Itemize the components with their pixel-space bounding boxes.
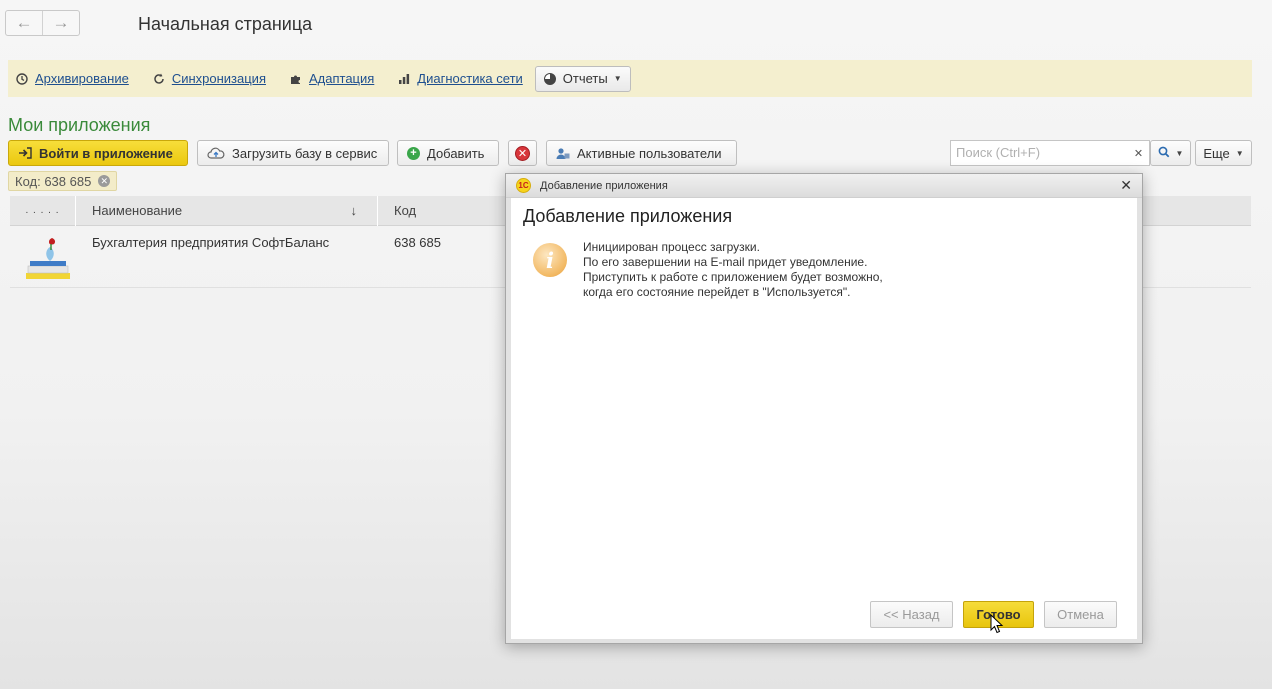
dialog-titlebar[interactable]: 1С Добавление приложения ✕ — [506, 174, 1142, 198]
remove-filter-icon[interactable]: ✕ — [98, 175, 111, 187]
column-header-name-label: Наименование — [92, 203, 183, 218]
close-icon[interactable]: ✕ — [1120, 177, 1132, 194]
filter-tag-label: Код: 638 685 — [15, 173, 92, 189]
close-icon: ✕ — [1133, 147, 1144, 160]
info-icon: i — [533, 243, 567, 277]
application-icon — [24, 235, 72, 281]
mouse-cursor-icon — [990, 614, 1004, 634]
network-diagnostics-link[interactable]: Диагностика сети — [398, 71, 523, 86]
add-label: Добавить — [427, 145, 485, 161]
message-line: когда его состояние перейдет в "Использу… — [583, 285, 851, 299]
page-title: Начальная страница — [138, 14, 313, 34]
clock-icon — [16, 72, 28, 85]
active-users-label: Активные пользователи — [577, 145, 722, 161]
search-button[interactable]: ▼ — [1150, 140, 1191, 166]
enter-app-button[interactable]: Войти в приложение — [8, 140, 188, 166]
delete-icon: ✕ — [515, 145, 530, 161]
app-code-cell: 638 685 — [394, 235, 441, 250]
message-line: Приступить к работе с приложением будет … — [583, 270, 883, 284]
reports-button-label: Отчеты — [562, 71, 608, 86]
adaptation-link[interactable]: Адаптация — [290, 71, 374, 86]
app-name-cell: Бухгалтерия предприятия СофтБаланс — [92, 235, 330, 250]
pie-chart-icon — [543, 72, 556, 85]
puzzle-icon — [290, 73, 302, 85]
history-nav: ← → — [5, 10, 80, 36]
clear-search-button[interactable]: ✕ — [1128, 140, 1150, 166]
message-line: Инициирован процесс загрузки. — [583, 240, 760, 254]
reports-button[interactable]: Отчеты ▼ — [534, 65, 631, 92]
column-header-picture[interactable]: . . . . . — [10, 196, 76, 226]
arrow-left-icon: ← — [15, 13, 33, 32]
arrow-right-icon: → — [52, 13, 70, 32]
add-application-dialog: 1С Добавление приложения ✕ Добавление пр… — [505, 173, 1143, 644]
upload-db-button[interactable]: Загрузить базу в сервис — [197, 140, 389, 166]
archive-link-label[interactable]: Архивирование — [35, 71, 129, 86]
upload-db-label: Загрузить базу в сервис — [232, 145, 378, 161]
adaptation-link-label[interactable]: Адаптация — [309, 71, 374, 86]
enter-icon — [18, 147, 32, 159]
sync-link[interactable]: Синхронизация — [153, 71, 266, 86]
apps-toolbar: Войти в приложение Загрузить базу в серв… — [8, 140, 1264, 166]
plus-circle-icon: + — [407, 146, 420, 160]
bar-chart-icon — [398, 73, 410, 85]
back-button[interactable]: << Назад — [870, 601, 953, 628]
delete-button[interactable]: ✕ — [508, 140, 537, 166]
archive-link[interactable]: Архивирование — [16, 71, 129, 86]
dialog-window-title: Добавление приложения — [540, 179, 668, 192]
network-diagnostics-link-label[interactable]: Диагностика сети — [417, 71, 523, 86]
more-label: Еще — [1203, 145, 1230, 161]
back-button[interactable]: ← — [6, 11, 42, 35]
sort-arrow-icon: ↓ — [350, 203, 358, 218]
1c-logo-icon: 1С — [516, 178, 531, 193]
dialog-body: Добавление приложения i Инициирован проц… — [511, 198, 1137, 639]
add-button[interactable]: + Добавить — [397, 140, 499, 166]
active-users-button[interactable]: Активные пользователи — [546, 140, 737, 166]
chevron-down-icon: ▼ — [613, 74, 622, 83]
cancel-button[interactable]: Отмена — [1044, 601, 1117, 628]
section-title: Мои приложения — [8, 115, 151, 135]
column-header-name[interactable]: Наименование ↓ — [84, 196, 378, 226]
dialog-heading: Добавление приложения — [523, 206, 733, 226]
refresh-icon — [153, 73, 165, 85]
forward-button[interactable]: → — [42, 11, 79, 35]
chevron-down-icon: ▼ — [1235, 148, 1244, 158]
filter-tag[interactable]: Код: 638 685 ✕ — [8, 171, 118, 191]
cloud-upload-icon — [207, 147, 225, 159]
dialog-message: Инициирован процесс загрузки. По его зав… — [583, 240, 883, 300]
sync-link-label[interactable]: Синхронизация — [172, 71, 266, 86]
users-icon — [556, 147, 570, 160]
search-input[interactable]: Поиск (Ctrl+F) — [950, 140, 1133, 166]
search-icon — [1158, 146, 1170, 161]
message-line: По его завершении на E-mail придет уведо… — [583, 255, 868, 269]
column-header-code[interactable]: Код — [386, 196, 506, 226]
more-button[interactable]: Еще ▼ — [1195, 140, 1252, 166]
command-bar: Архивирование Синхронизация Адаптация Ди… — [8, 60, 1252, 97]
enter-app-label: Войти в приложение — [39, 145, 173, 161]
chevron-down-icon: ▼ — [1175, 148, 1184, 158]
